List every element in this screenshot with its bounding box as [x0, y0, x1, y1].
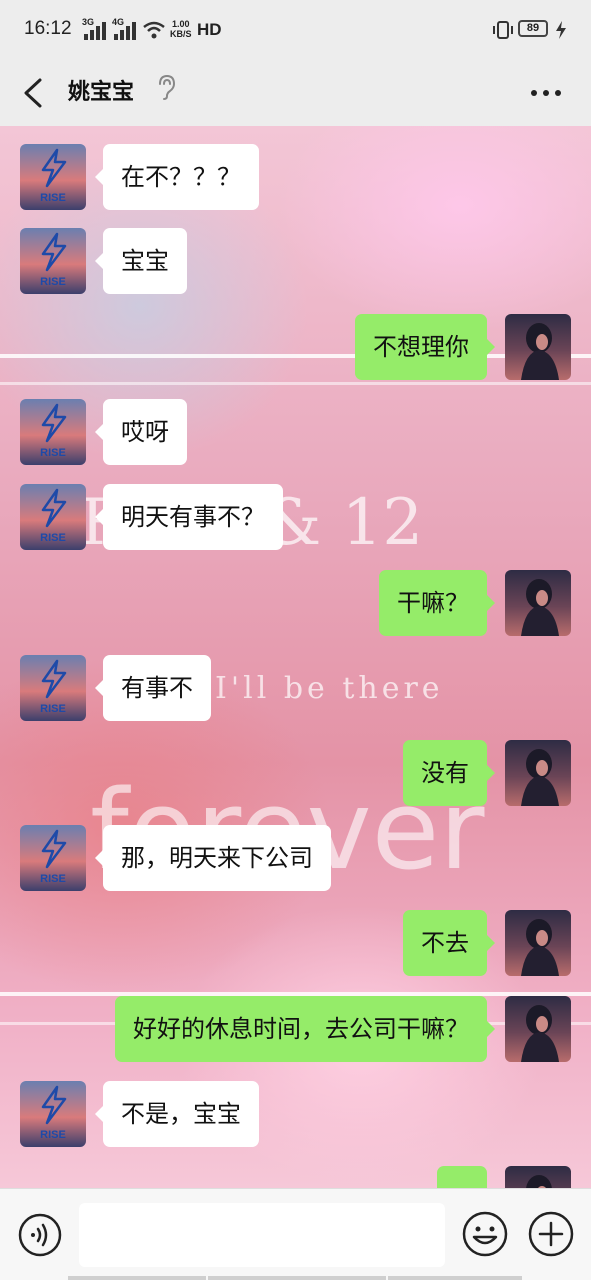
- my-avatar[interactable]: [505, 910, 571, 976]
- network-speed: 1.00 KB/S: [170, 19, 192, 39]
- my-avatar[interactable]: [505, 314, 571, 380]
- avatar-label: RISE: [40, 192, 66, 204]
- vibrate-icon: [493, 21, 513, 39]
- incoming-message-bubble[interactable]: 宝宝: [95, 228, 187, 294]
- contact-avatar[interactable]: RISE: [20, 144, 86, 210]
- my-avatar[interactable]: [505, 1166, 571, 1188]
- contact-avatar[interactable]: RISE: [20, 399, 86, 465]
- background-text: I'll be there: [215, 671, 444, 706]
- input-bar: [0, 1188, 591, 1280]
- voice-icon[interactable]: [18, 1213, 62, 1257]
- charging-icon: [556, 21, 566, 39]
- contact-avatar[interactable]: RISE: [20, 484, 86, 550]
- chat-area[interactable]: RISE & 12 I'll be there forever RISE在不？？…: [0, 126, 591, 1188]
- plus-icon[interactable]: [528, 1211, 574, 1257]
- lightning-icon: [41, 829, 67, 869]
- message-input[interactable]: [79, 1203, 445, 1267]
- incoming-message-bubble[interactable]: 不是，宝宝: [95, 1081, 259, 1147]
- nav-hint-bar: [388, 1276, 522, 1280]
- chevron-left-icon[interactable]: [20, 72, 48, 114]
- outgoing-message-bubble[interactable]: [437, 1166, 487, 1188]
- background-line: [0, 354, 591, 358]
- signal-icon-1: [84, 20, 106, 40]
- incoming-message-bubble[interactable]: 有事不: [95, 655, 211, 721]
- avatar-label: RISE: [40, 532, 66, 544]
- avatar-label: RISE: [40, 1129, 66, 1141]
- outgoing-message-bubble[interactable]: 没有: [403, 740, 495, 806]
- avatar-label: RISE: [40, 703, 66, 715]
- more-dots-icon[interactable]: [526, 78, 566, 108]
- avatar-label: RISE: [40, 873, 66, 885]
- person-photo: [521, 749, 559, 806]
- battery-icon: 89: [518, 20, 548, 37]
- outgoing-message-bubble[interactable]: 好好的休息时间，去公司干嘛？: [115, 996, 495, 1062]
- incoming-message-bubble[interactable]: 哎呀: [95, 399, 187, 465]
- wifi-icon: [143, 21, 165, 39]
- outgoing-message-bubble[interactable]: 不想理你: [355, 314, 495, 380]
- status-time: 16:12: [24, 18, 72, 39]
- person-photo: [521, 1005, 559, 1062]
- my-avatar[interactable]: [505, 996, 571, 1062]
- emoji-icon[interactable]: [462, 1211, 508, 1257]
- nav-hint-bar: [68, 1276, 206, 1280]
- ear-icon: [159, 74, 176, 100]
- chat-title[interactable]: 姚宝宝: [68, 74, 134, 106]
- lightning-icon: [41, 488, 67, 528]
- outgoing-message-bubble[interactable]: 不去: [403, 910, 495, 976]
- contact-avatar[interactable]: RISE: [20, 825, 86, 891]
- person-photo: [521, 579, 559, 636]
- chat-header: 姚宝宝: [0, 60, 591, 126]
- lightning-icon: [41, 659, 67, 699]
- contact-avatar[interactable]: RISE: [20, 228, 86, 294]
- incoming-message-bubble[interactable]: 在不？？？: [95, 144, 259, 210]
- lightning-icon: [41, 232, 67, 272]
- status-bar: 16:12 3G 4G 1.00 KB/S HD 89: [0, 0, 591, 60]
- outgoing-message-bubble[interactable]: 干嘛？: [379, 570, 495, 636]
- lightning-icon: [41, 403, 67, 443]
- my-avatar[interactable]: [505, 740, 571, 806]
- lightning-icon: [41, 148, 67, 188]
- contact-avatar[interactable]: RISE: [20, 655, 86, 721]
- avatar-label: RISE: [40, 276, 66, 288]
- incoming-message-bubble[interactable]: 那，明天来下公司: [95, 825, 331, 891]
- lightning-icon: [41, 1085, 67, 1125]
- incoming-message-bubble[interactable]: 明天有事不？: [95, 484, 283, 550]
- person-photo: [526, 1175, 552, 1188]
- nav-hint-bar: [208, 1276, 386, 1280]
- person-photo: [521, 323, 559, 380]
- person-photo: [521, 919, 559, 976]
- avatar-label: RISE: [40, 447, 66, 459]
- contact-avatar[interactable]: RISE: [20, 1081, 86, 1147]
- background-line: [0, 382, 591, 385]
- hd-indicator: HD: [197, 20, 222, 39]
- signal-icon-2: [114, 20, 136, 40]
- my-avatar[interactable]: [505, 570, 571, 636]
